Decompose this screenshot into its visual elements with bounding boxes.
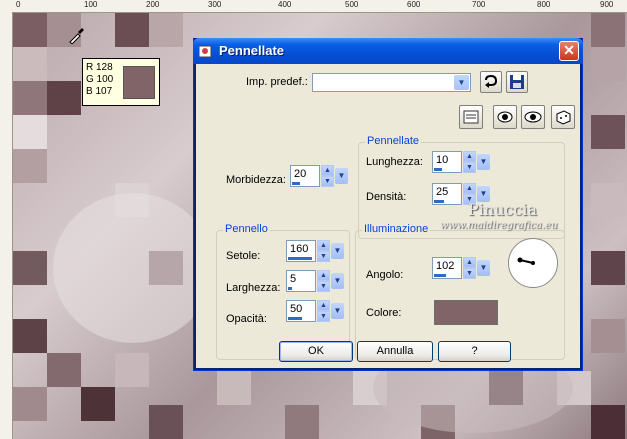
bristles-stepper[interactable]: 160 ▲ ▼ ▼ bbox=[286, 240, 346, 262]
density-level-bar bbox=[434, 200, 444, 203]
softness-level-bar bbox=[292, 182, 300, 185]
bristles-label: Setole: bbox=[226, 250, 261, 262]
ruler-label: 0 bbox=[16, 0, 21, 9]
horizontal-ruler: 0 100 200 300 400 500 600 700 800 900 bbox=[0, 0, 627, 13]
picked-color-swatch bbox=[123, 66, 155, 99]
preset-label: Imp. predef.: bbox=[246, 76, 308, 88]
chevron-down-icon[interactable]: ▼ bbox=[335, 168, 348, 184]
color-picker-tooltip: R 128 G 100 B 107 bbox=[82, 58, 160, 106]
watermark-site: www.maidiregrafica.eu bbox=[440, 220, 558, 231]
preview-button[interactable] bbox=[521, 105, 545, 129]
ruler-label: 700 bbox=[472, 0, 486, 9]
app-icon bbox=[198, 44, 213, 58]
chevron-down-icon[interactable]: ▼ bbox=[477, 154, 490, 170]
softness-stepper[interactable]: 20 ▲ ▼ ▼ bbox=[290, 165, 350, 187]
light-color-label: Colore: bbox=[366, 307, 402, 319]
proof-button[interactable] bbox=[459, 105, 483, 129]
brush-group-title: Pennello bbox=[223, 223, 270, 235]
auto-proof-button[interactable] bbox=[493, 105, 517, 129]
ruler-label: 100 bbox=[84, 0, 98, 9]
watermark-name: Pinuccia bbox=[468, 200, 538, 219]
softness-label: Morbidezza: bbox=[226, 174, 286, 186]
opacity-level-bar bbox=[288, 317, 302, 320]
ruler-label: 600 bbox=[407, 0, 421, 9]
width-label: Larghezza: bbox=[226, 282, 281, 294]
dialog-title: Pennellate bbox=[219, 43, 285, 58]
density-label: Densità: bbox=[366, 191, 407, 203]
light-color-swatch[interactable] bbox=[434, 300, 498, 325]
length-level-bar bbox=[434, 168, 442, 171]
dialog-titlebar[interactable]: Pennellate ✕ bbox=[193, 38, 583, 64]
chevron-down-icon[interactable]: ▼ bbox=[331, 273, 344, 289]
angle-level-bar bbox=[434, 274, 446, 277]
width-level-bar bbox=[288, 287, 292, 290]
angle-label: Angolo: bbox=[366, 269, 404, 281]
width-stepper[interactable]: 5 ▲ ▼ ▼ bbox=[286, 270, 346, 292]
ruler-label: 900 bbox=[600, 0, 614, 9]
bristles-level-bar bbox=[288, 257, 312, 260]
opacity-label: Opacità: bbox=[226, 313, 267, 325]
angle-stepper[interactable]: 102 ▲ ▼ ▼ bbox=[432, 257, 492, 279]
chevron-down-icon[interactable]: ▼ bbox=[331, 303, 344, 319]
ruler-label: 500 bbox=[345, 0, 359, 9]
length-stepper[interactable]: 10 ▲ ▼ ▼ bbox=[432, 151, 492, 173]
angle-dial[interactable] bbox=[508, 238, 558, 288]
ruler-label: 800 bbox=[537, 0, 551, 9]
red-value: R 128 bbox=[86, 62, 113, 73]
close-button[interactable]: ✕ bbox=[559, 41, 579, 61]
cancel-button[interactable]: Annulla bbox=[357, 341, 433, 362]
ruler-label: 300 bbox=[208, 0, 222, 9]
ruler-label: 400 bbox=[278, 0, 292, 9]
blue-value: B 107 bbox=[86, 86, 113, 97]
save-preset-button[interactable] bbox=[506, 71, 528, 93]
reset-preset-button[interactable] bbox=[480, 71, 502, 93]
opacity-stepper[interactable]: 50 ▲ ▼ ▼ bbox=[286, 300, 346, 322]
chevron-down-icon[interactable]: ▼ bbox=[454, 75, 469, 90]
preset-dropdown[interactable]: ▼ bbox=[312, 73, 471, 92]
strokes-group-title: Pennellate bbox=[365, 135, 421, 147]
eyedropper-icon bbox=[68, 26, 86, 45]
length-label: Lunghezza: bbox=[366, 156, 423, 168]
ruler-label: 200 bbox=[146, 0, 160, 9]
ok-button[interactable]: OK bbox=[279, 341, 353, 362]
vertical-ruler bbox=[0, 12, 13, 439]
help-button[interactable]: ? bbox=[438, 341, 511, 362]
chevron-down-icon[interactable]: ▼ bbox=[477, 260, 490, 276]
randomize-button[interactable] bbox=[551, 105, 575, 129]
green-value: G 100 bbox=[86, 74, 114, 85]
chevron-down-icon[interactable]: ▼ bbox=[331, 243, 344, 259]
lighting-group-title: Illuminazione bbox=[362, 223, 431, 235]
